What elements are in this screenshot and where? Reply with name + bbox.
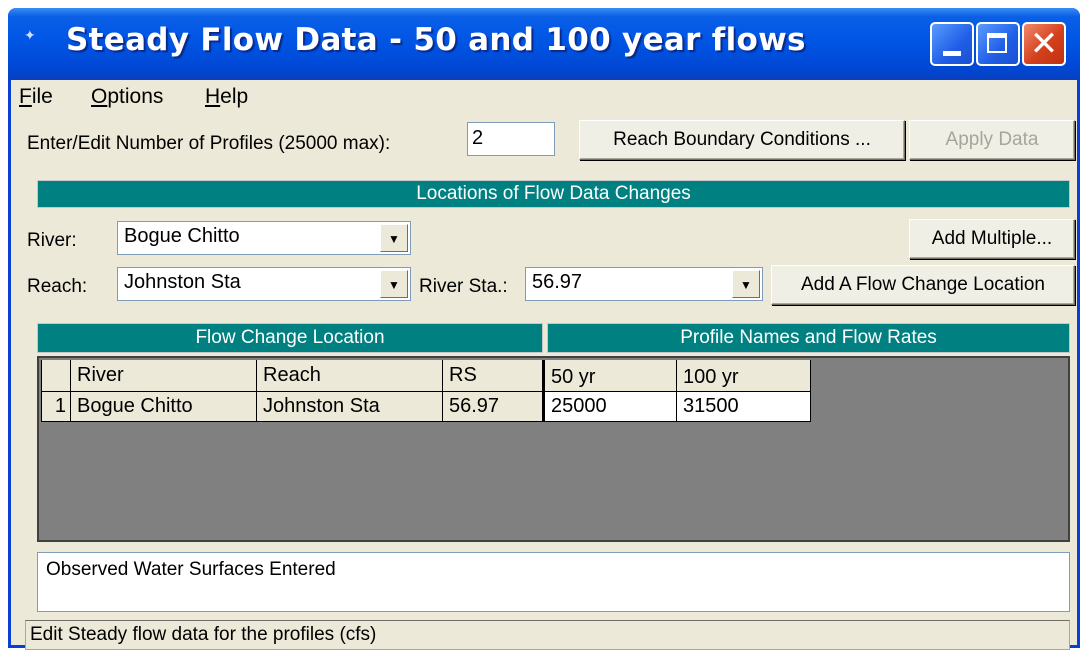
add-flow-change-location-button[interactable]: Add A Flow Change Location — [771, 265, 1075, 305]
steady-flow-window: ✦ Steady Flow Data - 50 and 100 year flo… — [8, 8, 1080, 650]
add-multiple-button[interactable]: Add Multiple... — [909, 219, 1075, 259]
dropdown-arrow-icon[interactable]: ▼ — [380, 270, 408, 298]
river-station-label: River Sta.: — [419, 276, 508, 297]
title-bar[interactable]: ✦ Steady Flow Data - 50 and 100 year flo… — [8, 8, 1080, 80]
maximize-icon — [987, 33, 1007, 53]
menu-help[interactable]: Help — [205, 85, 248, 109]
status-bar: Edit Steady flow data for the profiles (… — [25, 620, 1070, 650]
close-icon: ✕ — [1029, 24, 1059, 64]
cell-river[interactable]: Bogue Chitto — [71, 392, 257, 422]
minimize-button[interactable] — [930, 22, 974, 66]
column-header-50yr[interactable]: 50 yr — [543, 360, 677, 392]
reach-select-value: Johnston Sta — [124, 271, 241, 293]
flow-change-location-header: Flow Change Location — [37, 323, 543, 353]
river-station-select-value: 56.97 — [532, 271, 583, 293]
grid-corner — [41, 360, 71, 392]
column-header-reach[interactable]: Reach — [257, 360, 443, 392]
window-title: Steady Flow Data - 50 and 100 year flows — [66, 22, 806, 58]
reach-label: Reach: — [27, 276, 88, 297]
cell-flow-100yr[interactable]: 31500 — [677, 392, 811, 422]
river-label: River: — [27, 230, 77, 251]
column-header-river[interactable]: River — [71, 360, 257, 392]
river-select[interactable]: Bogue Chitto ▼ — [117, 221, 411, 255]
dropdown-arrow-icon[interactable]: ▼ — [732, 270, 760, 298]
menu-file[interactable]: File — [19, 85, 53, 109]
notes-textarea[interactable]: Observed Water Surfaces Entered — [37, 552, 1070, 612]
river-select-value: Bogue Chitto — [124, 225, 240, 247]
apply-data-button[interactable]: Apply Data — [909, 120, 1075, 160]
cell-reach[interactable]: Johnston Sta — [257, 392, 443, 422]
reach-boundary-conditions-button[interactable]: Reach Boundary Conditions ... — [579, 120, 905, 160]
profile-names-header: Profile Names and Flow Rates — [547, 323, 1070, 353]
locations-header: Locations of Flow Data Changes — [37, 180, 1070, 208]
minimize-icon — [943, 51, 961, 56]
column-header-100yr[interactable]: 100 yr — [677, 360, 811, 392]
profiles-count-label: Enter/Edit Number of Profiles (25000 max… — [27, 133, 391, 154]
profiles-count-input[interactable]: 2 — [467, 122, 555, 156]
column-header-rs[interactable]: RS — [443, 360, 543, 392]
flow-data-grid: River Reach RS 50 yr 100 yr 1 Bogue Chit… — [37, 356, 1070, 542]
river-station-select[interactable]: 56.97 ▼ — [525, 267, 763, 301]
close-button[interactable]: ✕ — [1022, 22, 1066, 66]
row-number[interactable]: 1 — [41, 392, 71, 422]
app-icon[interactable]: ✦ — [24, 26, 44, 44]
dropdown-arrow-icon[interactable]: ▼ — [380, 224, 408, 252]
menu-bar: File Options Help — [11, 80, 1077, 112]
reach-select[interactable]: Johnston Sta ▼ — [117, 267, 411, 301]
cell-rs[interactable]: 56.97 — [443, 392, 543, 422]
cell-flow-50yr[interactable]: 25000 — [543, 392, 677, 422]
menu-options[interactable]: Options — [91, 85, 163, 109]
maximize-button[interactable] — [976, 22, 1020, 66]
